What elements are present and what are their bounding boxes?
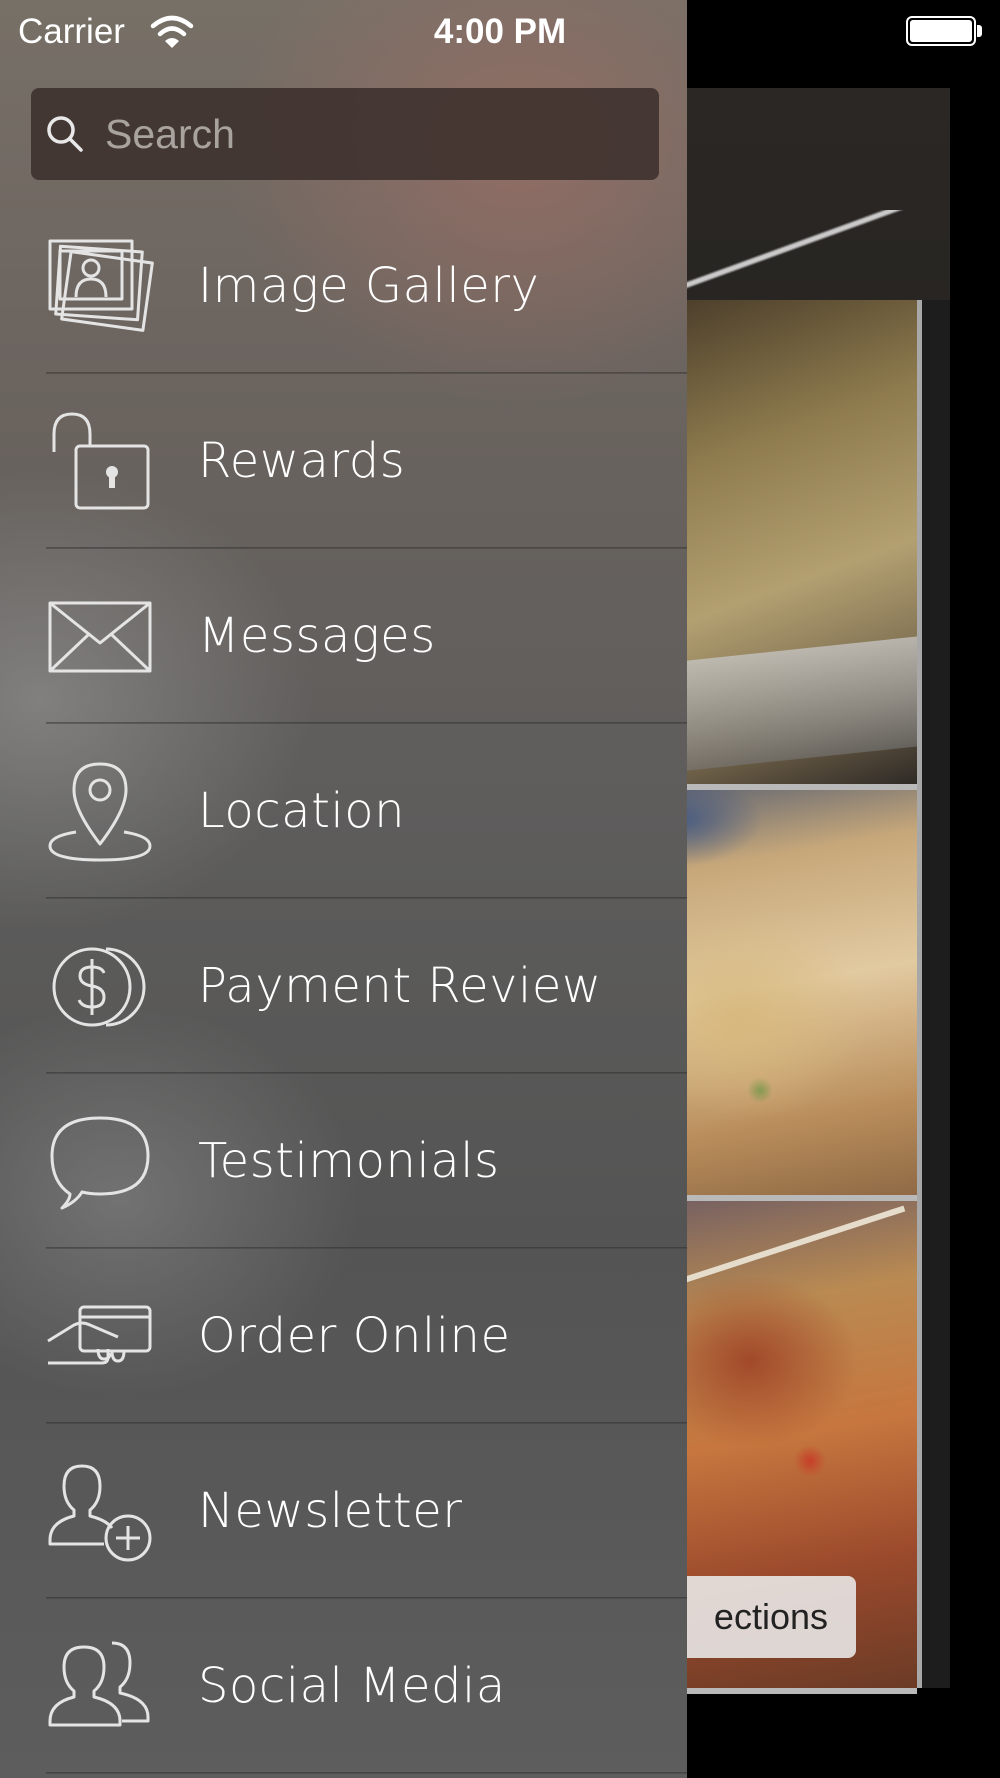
search-icon xyxy=(41,110,89,158)
menu-item-label: Image Gallery xyxy=(198,258,540,314)
battery-level xyxy=(910,20,972,42)
menu-item-testimonials[interactable]: Testimonials xyxy=(0,1074,687,1249)
coins-dollar-icon xyxy=(46,935,154,1039)
search-bar[interactable] xyxy=(31,88,659,180)
menu-item-label: Order Online xyxy=(198,1308,511,1364)
background-scroll-strip xyxy=(922,300,950,1688)
menu-item-social-media[interactable]: Social Media xyxy=(0,1599,687,1774)
battery-tip xyxy=(977,25,982,37)
serving-stick xyxy=(684,1205,906,1283)
menu-divider xyxy=(46,1772,687,1774)
menu-item-label: Testimonials xyxy=(198,1133,500,1189)
menu-item-label: Social Media xyxy=(198,1658,506,1714)
menu-item-newsletter[interactable]: Newsletter xyxy=(0,1424,687,1599)
menu-item-image-gallery[interactable]: Image Gallery xyxy=(0,199,687,374)
clock: 4:00 PM xyxy=(433,12,567,51)
menu-item-location[interactable]: Location xyxy=(0,724,687,899)
users-group-icon xyxy=(46,1635,154,1739)
add-user-icon xyxy=(46,1460,154,1564)
menu-item-label: Payment Review xyxy=(198,958,602,1014)
battery-icon xyxy=(906,16,976,46)
menu-item-payment-review[interactable]: Payment Review xyxy=(0,899,687,1074)
side-drawer: Image Gallery Rewards xyxy=(0,0,687,1778)
map-pin-icon xyxy=(46,760,154,864)
envelope-icon xyxy=(46,585,154,689)
status-bar: Carrier 4:00 PM xyxy=(0,0,1000,64)
menu-item-label: Rewards xyxy=(198,433,406,489)
menu-item-label: Messages xyxy=(198,608,436,664)
unlocked-padlock-icon xyxy=(46,410,154,514)
menu-item-order-online[interactable]: Order Online xyxy=(0,1249,687,1424)
hand-card-icon xyxy=(46,1285,154,1389)
drawer-menu: Image Gallery Rewards Messages Location … xyxy=(0,199,687,1774)
speech-bubble-icon xyxy=(46,1110,154,1214)
menu-item-messages[interactable]: Messages xyxy=(0,549,687,724)
menu-item-label: Location xyxy=(198,783,406,839)
image-gallery-icon xyxy=(46,235,154,339)
app-screen: ections Carrier 4:00 PM Search Image Gal… xyxy=(0,0,1000,1778)
menu-item-rewards[interactable]: Rewards xyxy=(0,374,687,549)
menu-item-label: Newsletter xyxy=(198,1483,463,1539)
search-input[interactable] xyxy=(93,88,643,180)
